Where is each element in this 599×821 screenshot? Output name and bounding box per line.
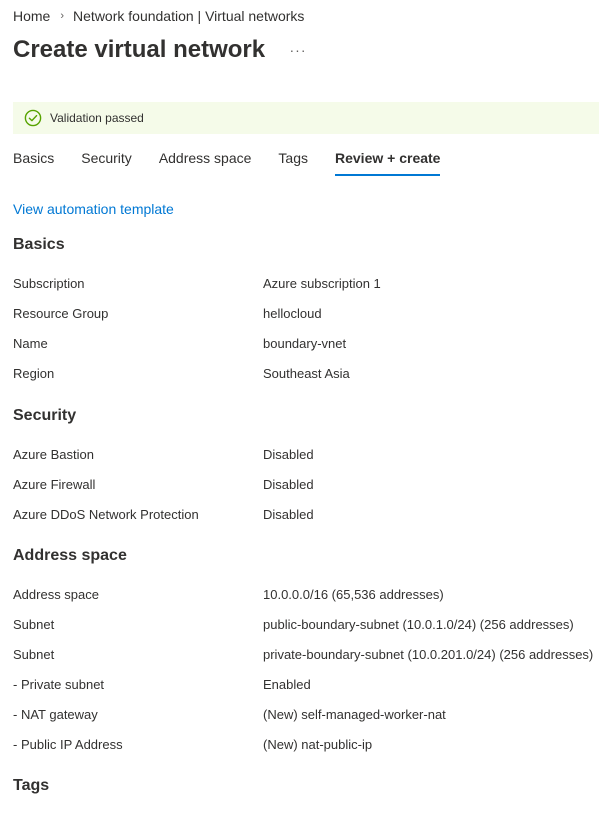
tab-address-space[interactable]: Address space	[159, 148, 252, 176]
section-heading-address-space: Address space	[13, 547, 127, 564]
tab-review-create[interactable]: Review + create	[335, 148, 441, 176]
row-label: Subnet	[13, 617, 55, 632]
tab-security[interactable]: Security	[81, 148, 132, 176]
row-label: Azure Firewall	[13, 477, 96, 492]
row-value: Disabled	[263, 447, 314, 462]
section-heading-tags: Tags	[13, 777, 50, 794]
page-title: Create virtual network	[13, 36, 266, 63]
summary-row-nat-gateway: - NAT gateway (New) self-managed-worker-…	[13, 707, 599, 727]
row-value: Enabled	[263, 677, 311, 692]
row-label: Name	[13, 336, 48, 351]
section-heading-basics: Basics	[13, 236, 65, 253]
row-value: Disabled	[263, 477, 314, 492]
tab-bar: Basics Security Address space Tags Revie…	[13, 148, 467, 178]
summary-row-subscription: Subscription Azure subscription 1	[13, 276, 599, 296]
row-label: Address space	[13, 587, 99, 602]
row-value: (New) nat-public-ip	[263, 737, 373, 752]
summary-row-region: Region Southeast Asia	[13, 366, 599, 386]
row-label: Resource Group	[13, 306, 109, 321]
success-check-icon	[24, 109, 42, 127]
chevron-right-icon: ›	[60, 10, 65, 22]
summary-row-subnet-private: Subnet private-boundary-subnet (10.0.201…	[13, 647, 599, 667]
row-label: - NAT gateway	[13, 707, 98, 722]
tab-tags[interactable]: Tags	[278, 148, 308, 176]
view-automation-template-link[interactable]: View automation template	[13, 201, 174, 217]
row-label: - Private subnet	[13, 677, 105, 692]
breadcrumb: Home › Network foundation | Virtual netw…	[13, 8, 304, 24]
summary-row-address-space: Address space 10.0.0.0/16 (65,536 addres…	[13, 587, 599, 607]
summary-row-public-ip: - Public IP Address (New) nat-public-ip	[13, 737, 599, 757]
more-options-button[interactable]: ···	[289, 40, 307, 60]
summary-row-azure-firewall: Azure Firewall Disabled	[13, 477, 599, 497]
row-value: hellocloud	[263, 306, 322, 321]
row-value: public-boundary-subnet (10.0.1.0/24) (25…	[263, 617, 574, 632]
row-value: boundary-vnet	[263, 336, 347, 351]
summary-row-ddos-protection: Azure DDoS Network Protection Disabled	[13, 507, 599, 527]
row-value: 10.0.0.0/16 (65,536 addresses)	[263, 587, 444, 602]
row-value: private-boundary-subnet (10.0.201.0/24) …	[263, 647, 594, 662]
summary-row-subnet-public: Subnet public-boundary-subnet (10.0.1.0/…	[13, 617, 599, 637]
tab-basics[interactable]: Basics	[13, 148, 54, 176]
breadcrumb-home[interactable]: Home	[13, 8, 50, 24]
row-label: Azure Bastion	[13, 447, 94, 462]
breadcrumb-virtual-networks[interactable]: Network foundation | Virtual networks	[73, 8, 304, 24]
validation-message: Validation passed	[50, 111, 144, 125]
row-value: (New) self-managed-worker-nat	[263, 707, 446, 722]
summary-row-resource-group: Resource Group hellocloud	[13, 306, 599, 326]
row-label: Region	[13, 366, 55, 381]
row-label: - Public IP Address	[13, 737, 123, 752]
section-heading-security: Security	[13, 407, 77, 424]
summary-row-private-subnet: - Private subnet Enabled	[13, 677, 599, 697]
validation-banner: Validation passed	[13, 102, 599, 134]
summary-row-azure-bastion: Azure Bastion Disabled	[13, 447, 599, 467]
row-value: Azure subscription 1	[263, 276, 381, 291]
row-label: Azure DDoS Network Protection	[13, 507, 199, 522]
row-value: Southeast Asia	[263, 366, 350, 381]
row-label: Subscription	[13, 276, 85, 291]
row-label: Subnet	[13, 647, 55, 662]
row-value: Disabled	[263, 507, 314, 522]
summary-row-name: Name boundary-vnet	[13, 336, 599, 356]
